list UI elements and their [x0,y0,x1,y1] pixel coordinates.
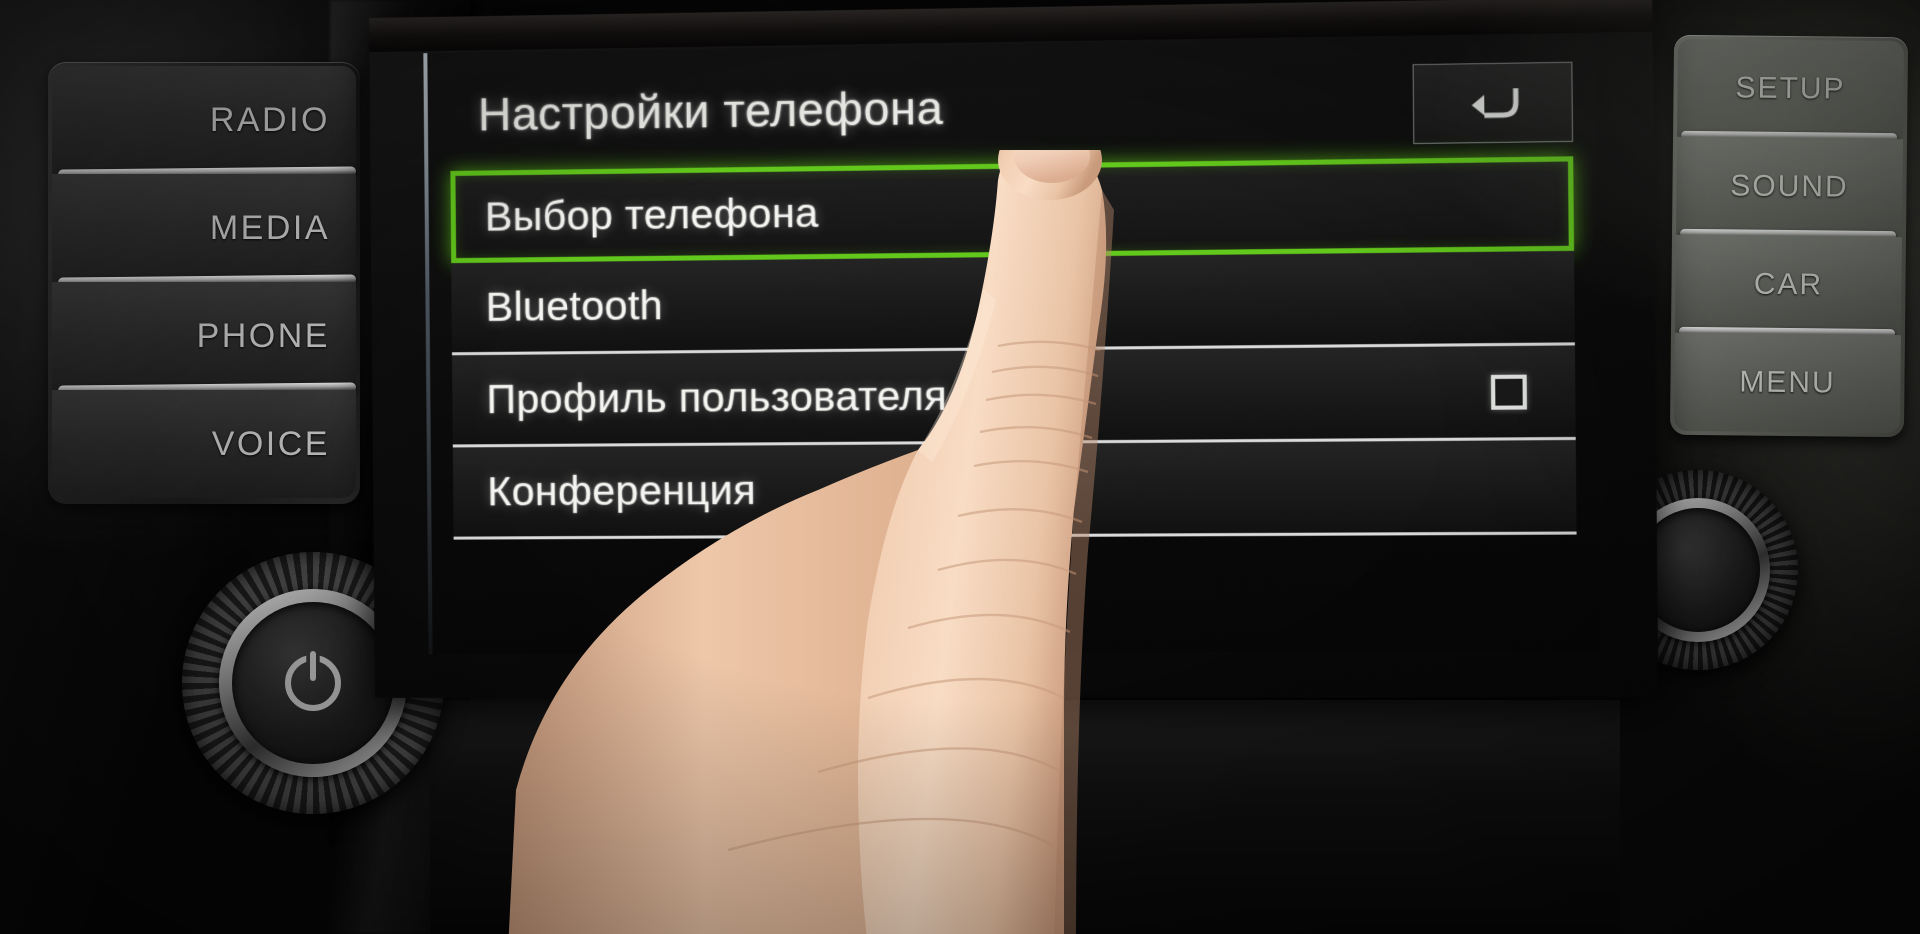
menu-item-phone-selection[interactable]: Выбор телефона [450,156,1575,264]
hardkey-setup-label: SETUP [1735,71,1846,106]
menu-item-conference[interactable]: Конференция [452,440,1577,540]
hardkey-phone-label: PHONE [196,316,330,355]
hardkey-menu-label: MENU [1739,365,1836,400]
hardkey-voice-label: VOICE [211,424,330,463]
user-profile-checkbox[interactable] [1490,374,1527,410]
screen-header: Настройки телефона [427,45,1596,167]
menu-item-label: Конференция [487,466,757,515]
knob-face [231,601,395,765]
hardkey-setup[interactable]: SETUP [1677,38,1905,143]
right-hardkey-column: SETUP SOUND CAR MENU [1669,34,1909,438]
menu-item-label: Bluetooth [485,281,664,330]
hardkey-car-label: CAR [1753,267,1824,302]
dashboard-bottom-shelf [430,700,1620,934]
menu-item-label: Выбор телефона [484,188,819,240]
infotainment-screen: Настройки телефона Выбор телефона Blueto… [427,34,1601,654]
hardkey-media-label: MEDIA [209,208,330,247]
back-button[interactable] [1412,61,1574,145]
menu-item-label: Профиль пользователя [486,372,948,423]
menu-item-user-profile[interactable]: Профиль пользователя [452,345,1576,448]
hardkey-sound[interactable]: SOUND [1676,136,1904,241]
hardkey-sound-label: SOUND [1730,169,1849,204]
page-title: Настройки телефона [477,81,944,141]
hardkey-media[interactable]: MEDIA [52,174,357,288]
power-icon [284,650,341,711]
screenshot-stage: RADIO MEDIA PHONE VOICE SETUP SOUND CAR [0,0,1920,934]
infotainment-screen-bezel: Настройки телефона Выбор телефона Blueto… [369,0,1659,699]
settings-menu-list: Выбор телефона Bluetooth Профиль пользов… [450,156,1577,540]
hardkey-menu[interactable]: MENU [1673,332,1901,434]
back-arrow-icon [1471,82,1522,124]
hardkey-radio[interactable]: RADIO [52,66,357,180]
hardkey-phone[interactable]: PHONE [52,282,357,396]
left-hardkey-column: RADIO MEDIA PHONE VOICE [48,62,360,504]
power-icon-stem [309,650,316,681]
hardkey-car[interactable]: CAR [1674,234,1902,339]
hardkey-voice[interactable]: VOICE [52,390,356,498]
menu-item-bluetooth[interactable]: Bluetooth [451,250,1575,356]
hardkey-radio-label: RADIO [209,100,330,139]
